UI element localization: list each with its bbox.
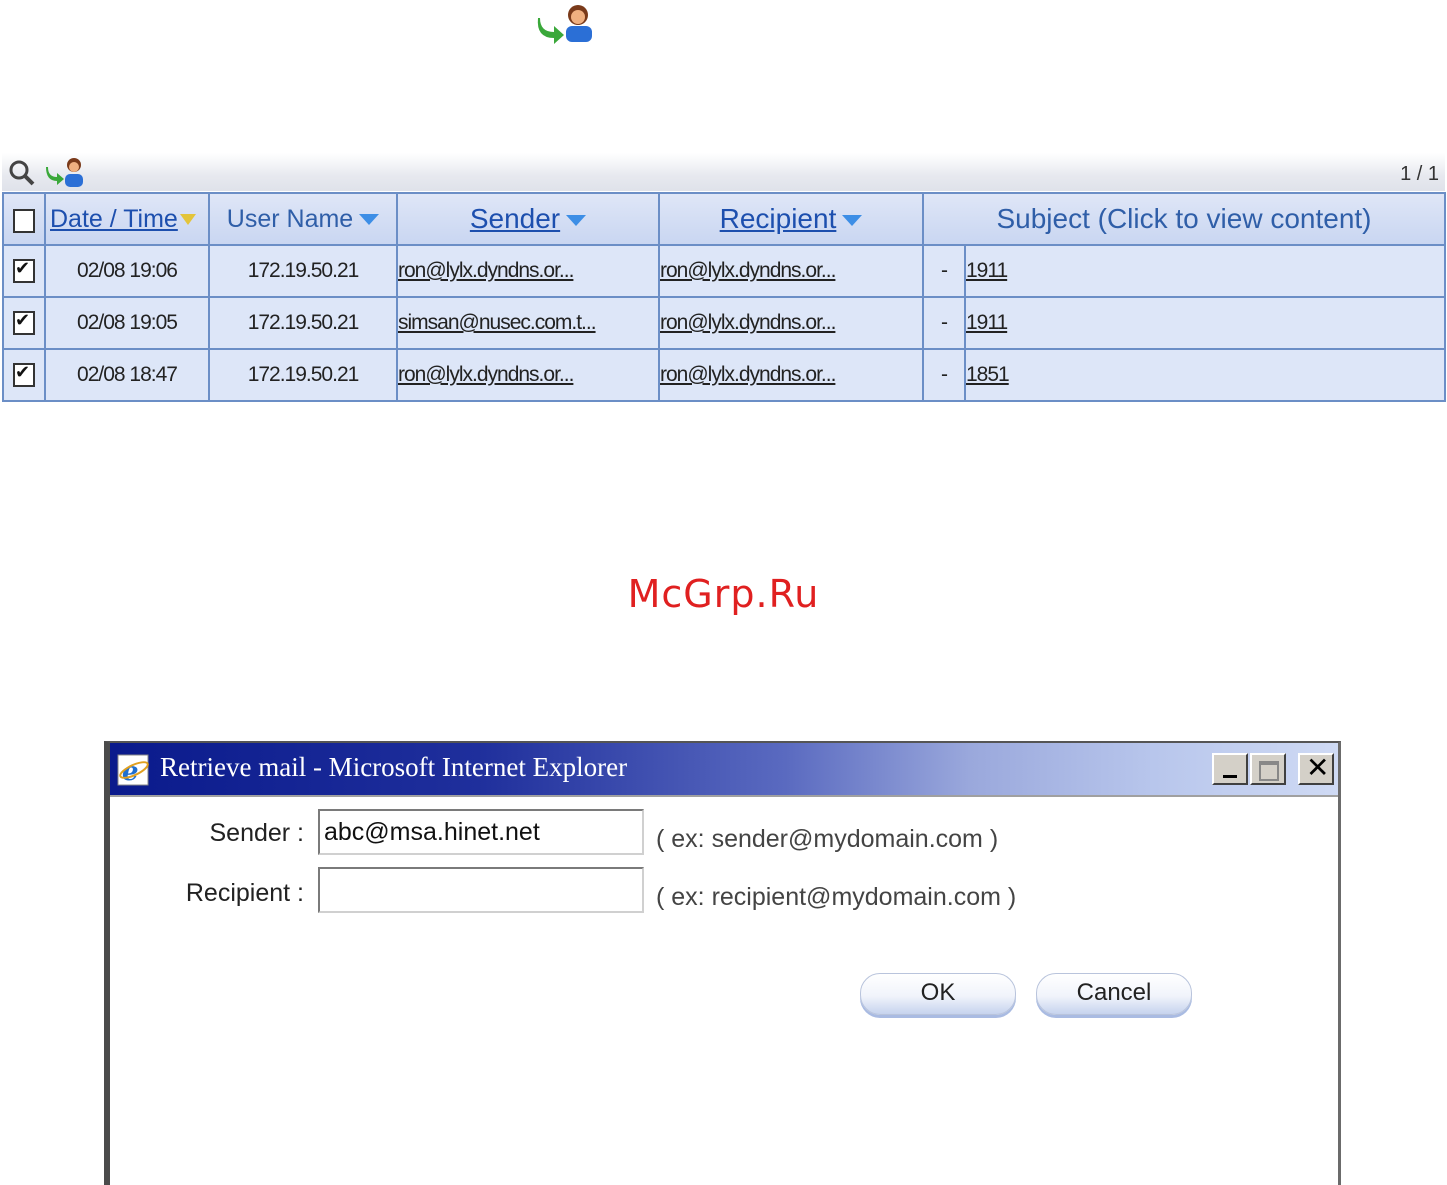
recipient-link[interactable]: ron@lylx.dyndns.or... (661, 259, 836, 282)
row-checkbox[interactable] (2, 348, 46, 402)
subject-cell: 1911 (964, 296, 1446, 350)
date-time-cell: 02/08 19:06 (44, 244, 210, 298)
recipient-header-label[interactable]: Recipient (720, 203, 837, 234)
table-header-row: Date / Time User Name Sender Recipient S… (2, 192, 1446, 246)
recipient-cell: ron@lylx.dyndns.or... (658, 296, 924, 350)
cancel-button[interactable]: Cancel (1036, 973, 1192, 1015)
table-row: 02/08 18:47 172.19.50.21 ron@lylx.dyndns… (2, 348, 1446, 402)
sort-arrow-icon[interactable] (842, 215, 863, 227)
sort-arrow-icon[interactable] (179, 214, 196, 226)
retrieve-mail-icon[interactable] (46, 157, 86, 194)
subject-link[interactable]: 1911 (967, 259, 1008, 282)
column-header-date-time[interactable]: Date / Time (44, 192, 210, 246)
recipient-hint: ( ex: recipient@mydomain.com ) (656, 883, 1017, 911)
recipient-link[interactable]: ron@lylx.dyndns.or... (661, 311, 836, 334)
column-header-user-name[interactable]: User Name (208, 192, 398, 246)
sort-arrow-icon[interactable] (566, 215, 587, 227)
recipient-cell: ron@lylx.dyndns.or... (658, 348, 924, 402)
dialog-title: Retrieve mail - Microsoft Internet Explo… (160, 752, 628, 782)
watermark: McGrp.Ru (627, 572, 820, 616)
column-header-sender[interactable]: Sender (396, 192, 660, 246)
sender-link[interactable]: simsan@nusec.com.t... (399, 311, 597, 334)
row-checkbox[interactable] (2, 296, 46, 350)
recipient-link[interactable]: ron@lylx.dyndns.or... (661, 363, 836, 386)
svg-text:e: e (122, 757, 139, 787)
sender-cell: simsan@nusec.com.t... (396, 296, 660, 350)
mail-log-table: Date / Time User Name Sender Recipient S… (2, 192, 1446, 402)
subject-link[interactable]: 1911 (967, 311, 1008, 334)
internet-explorer-icon: e (116, 753, 152, 787)
sender-cell: ron@lylx.dyndns.or... (396, 348, 660, 402)
subject-cell: 1851 (964, 348, 1446, 402)
maximize-button[interactable] (1250, 753, 1286, 785)
search-icon[interactable] (8, 159, 36, 192)
date-time-cell: 02/08 18:47 (44, 348, 210, 402)
sender-link[interactable]: ron@lylx.dyndns.or... (399, 259, 574, 282)
close-button[interactable]: ✕ (1298, 753, 1334, 785)
user-name-header-label: User Name (226, 204, 354, 233)
subject-header-label: Subject (Click to view content) (996, 203, 1372, 234)
recipient-label: Recipient : (185, 879, 304, 907)
select-all-checkbox[interactable] (2, 192, 46, 246)
date-time-cell: 02/08 19:05 (44, 296, 210, 350)
close-icon: ✕ (1306, 751, 1330, 784)
attachment-indicator: - (922, 296, 966, 350)
recipient-cell: ron@lylx.dyndns.or... (658, 244, 924, 298)
sender-link[interactable]: ron@lylx.dyndns.or... (399, 363, 574, 386)
table-row: 02/08 19:06 172.19.50.21 ron@lylx.dyndns… (2, 244, 1446, 298)
recipient-input[interactable] (318, 867, 644, 913)
user-name-cell: 172.19.50.21 (208, 296, 398, 350)
retrieve-mail-icon[interactable] (536, 2, 598, 44)
minimize-button[interactable] (1212, 753, 1248, 785)
dialog-title-bar[interactable]: e Retrieve mail - Microsoft Internet Exp… (110, 743, 1338, 795)
dialog-body: Sender : ( ex: sender@mydomain.com ) Rec… (110, 795, 1338, 1185)
sender-input[interactable] (318, 809, 644, 855)
sender-cell: ron@lylx.dyndns.or... (396, 244, 660, 298)
table-row: 02/08 19:05 172.19.50.21 simsan@nusec.co… (2, 296, 1446, 350)
page-indicator: 1 / 1 (1400, 163, 1439, 185)
attachment-indicator: - (922, 348, 966, 402)
sort-arrow-icon[interactable] (359, 214, 380, 226)
sender-label: Sender : (209, 819, 304, 847)
maximize-icon (1259, 761, 1279, 781)
user-name-cell: 172.19.50.21 (208, 348, 398, 402)
ok-button[interactable]: OK (860, 973, 1016, 1015)
subject-link[interactable]: 1851 (967, 363, 1010, 386)
log-toolbar: 1 / 1 (2, 153, 1445, 191)
subject-cell: 1911 (964, 244, 1446, 298)
user-name-cell: 172.19.50.21 (208, 244, 398, 298)
column-header-subject: Subject (Click to view content) (922, 192, 1446, 246)
row-checkbox[interactable] (2, 244, 46, 298)
date-time-header-label[interactable]: Date / Time (50, 205, 178, 233)
retrieve-mail-dialog: e Retrieve mail - Microsoft Internet Exp… (104, 741, 1341, 1185)
sender-hint: ( ex: sender@mydomain.com ) (656, 825, 999, 853)
attachment-indicator: - (922, 244, 966, 298)
sender-header-label[interactable]: Sender (470, 203, 560, 234)
minimize-icon (1223, 775, 1237, 778)
column-header-recipient[interactable]: Recipient (658, 192, 924, 246)
